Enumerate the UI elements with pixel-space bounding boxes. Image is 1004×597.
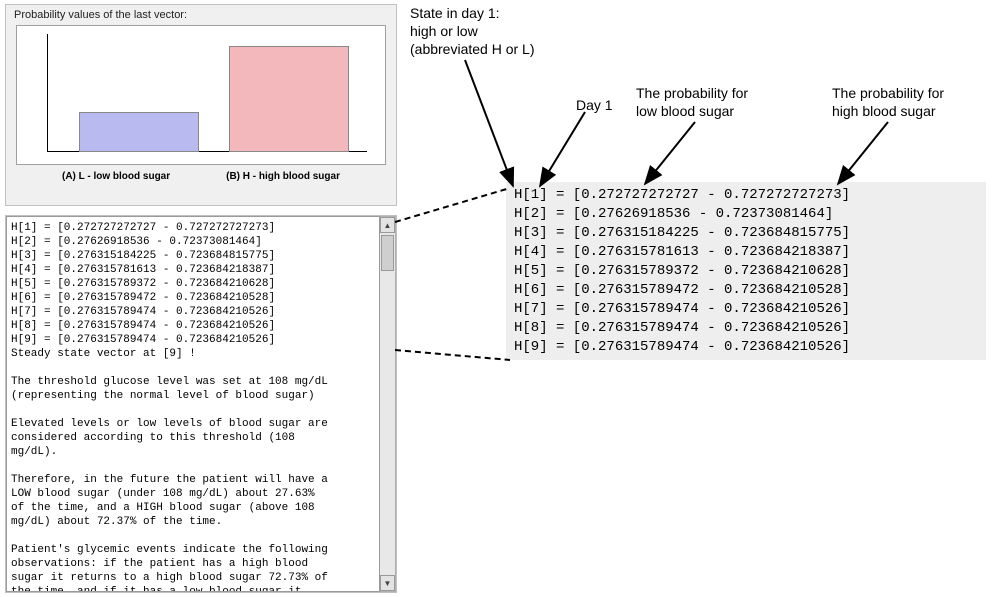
caret-down-icon: ▼ [384,579,392,588]
bar-low-blood-sugar [79,112,199,152]
scroll-thumb[interactable] [381,235,394,271]
annotation-state-label: State in day 1: high or low (abbreviated… [410,4,590,58]
chart-title: Probability values of the last vector: [14,9,388,21]
chart-x-labels: (A) L - low blood sugar (B) H - high blo… [14,171,388,182]
annotation-low-prob-label: The probability for low blood sugar [636,84,786,120]
y-axis [47,34,48,152]
scroll-up-button[interactable]: ▲ [380,217,395,233]
probability-chart-panel: Probability values of the last vector: (… [5,4,397,206]
guide-line-bottom [395,350,510,360]
annotation-high-prob-label: The probability for high blood sugar [832,84,982,120]
scroll-down-button[interactable]: ▼ [380,575,395,591]
arrow-state [465,60,513,186]
output-log-panel: H[1] = [0.272727272727 - 0.727272727273]… [5,215,397,593]
arrow-high [838,122,888,184]
vertical-scrollbar[interactable]: ▲ ▼ [380,216,396,592]
annotation-day1-label: Day 1 [576,96,613,114]
output-log-text[interactable]: H[1] = [0.272727272727 - 0.727272727273]… [6,216,380,592]
label-low: (A) L - low blood sugar [62,171,170,182]
bar-chart [16,25,386,165]
zoomed-output-text: H[1] = [0.272727272727 - 0.727272727273]… [506,182,986,360]
guide-line-top [395,188,510,222]
arrow-low [645,122,695,184]
bar-high-blood-sugar [229,46,349,152]
label-high: (B) H - high blood sugar [226,171,340,182]
caret-up-icon: ▲ [384,221,392,230]
arrow-day1 [540,112,585,186]
